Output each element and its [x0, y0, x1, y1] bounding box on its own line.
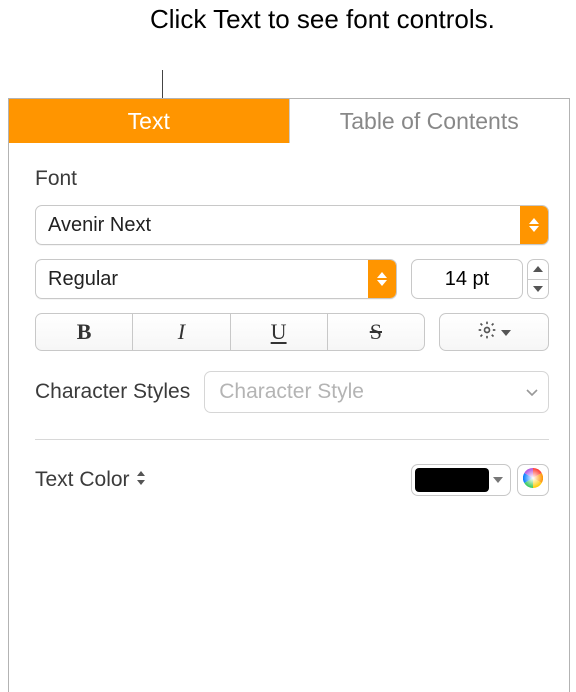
font-size-stepper: 14 pt	[411, 259, 549, 299]
font-family-popup[interactable]: Avenir Next	[35, 205, 549, 245]
text-color-well[interactable]	[411, 464, 511, 496]
color-picker-button[interactable]	[517, 464, 549, 496]
character-styles-label: Character Styles	[35, 380, 190, 404]
advanced-options-popup[interactable]	[439, 313, 549, 351]
format-panel: Text Table of Contents Font Avenir Next …	[8, 98, 570, 692]
tab-bar: Text Table of Contents	[9, 99, 569, 143]
updown-arrows-icon	[136, 471, 146, 490]
underline-button[interactable]: U	[231, 314, 328, 350]
font-style-popup[interactable]: Regular	[35, 259, 397, 299]
character-style-popup[interactable]: Character Style	[204, 371, 549, 413]
popup-arrows-icon	[520, 206, 548, 244]
text-color-label: Text Color	[35, 468, 130, 492]
strikethrough-button[interactable]: S	[328, 314, 424, 350]
font-size-increase[interactable]	[528, 260, 548, 280]
font-style-value: Regular	[48, 268, 118, 291]
popup-arrows-icon	[368, 260, 396, 298]
font-size-decrease[interactable]	[528, 280, 548, 299]
bold-button[interactable]: B	[36, 314, 133, 350]
font-size-stepper-buttons	[527, 259, 549, 299]
chevron-down-icon	[489, 477, 507, 483]
font-family-value: Avenir Next	[48, 214, 151, 237]
text-color-swatch	[415, 468, 489, 492]
gear-icon	[477, 320, 497, 345]
callout-text: Click Text to see font controls.	[150, 4, 495, 35]
font-section-title: Font	[35, 167, 549, 191]
font-size-field[interactable]: 14 pt	[411, 259, 523, 299]
tab-table-of-contents[interactable]: Table of Contents	[289, 99, 570, 143]
color-wheel-icon	[523, 468, 543, 493]
font-style-segmented: B I U S	[35, 313, 425, 351]
text-color-disclosure[interactable]: Text Color	[35, 468, 146, 492]
chevron-down-icon	[526, 383, 538, 401]
tab-text[interactable]: Text	[9, 99, 289, 143]
italic-button[interactable]: I	[133, 314, 230, 350]
chevron-down-icon	[501, 323, 511, 341]
divider	[35, 439, 549, 440]
character-style-placeholder: Character Style	[219, 380, 364, 404]
